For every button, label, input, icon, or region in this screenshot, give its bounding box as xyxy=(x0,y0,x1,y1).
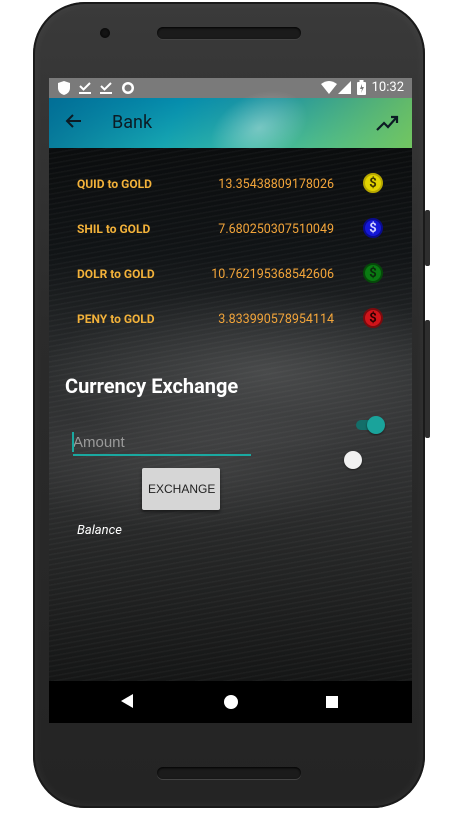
navigation-bar xyxy=(49,681,412,723)
text-cursor xyxy=(72,432,74,452)
rate-value: 3.833990578954114 xyxy=(218,312,334,327)
coin-symbol: $ xyxy=(369,265,377,281)
nav-recents-icon[interactable] xyxy=(326,696,338,708)
switch-thumb xyxy=(344,451,362,469)
coin-icon-blue: $ xyxy=(363,218,383,238)
exchange-button[interactable]: EXCHANGE xyxy=(142,468,220,510)
signal-icon xyxy=(338,81,351,94)
top-speaker xyxy=(157,27,301,39)
content-area: QUID to GOLD 13.35438809178026 $ SHIL to… xyxy=(49,148,412,681)
rate-value: 7.680250307510049 xyxy=(218,222,334,237)
rate-label: DOLR to GOLD xyxy=(77,267,155,281)
rate-row-peny: PENY to GOLD 3.833990578954114 $ xyxy=(49,308,412,332)
screen: 10:32 Bank QUID to GOLD 13.3543880917802… xyxy=(49,78,412,723)
download-check-icon xyxy=(100,82,112,94)
status-time: 10:32 xyxy=(371,80,404,95)
trending-up-icon[interactable] xyxy=(376,112,400,134)
section-title: Currency Exchange xyxy=(65,374,239,398)
shield-icon xyxy=(58,81,70,95)
app-bar: Bank xyxy=(49,78,412,190)
page-title: Bank xyxy=(112,112,153,133)
coin-icon-green: $ xyxy=(363,263,383,283)
rate-label: PENY to GOLD xyxy=(77,312,155,326)
arrow-left-icon[interactable] xyxy=(63,110,85,132)
coin-symbol: $ xyxy=(369,175,377,191)
amount-input[interactable] xyxy=(73,430,251,456)
power-button xyxy=(425,210,430,266)
coin-symbol: $ xyxy=(369,310,377,326)
rate-value: 10.762195368542606 xyxy=(211,267,334,282)
rate-value: 13.35438809178026 xyxy=(218,177,334,192)
balance-label: Balance xyxy=(77,523,122,538)
rate-row-dolr: DOLR to GOLD 10.762195368542606 $ xyxy=(49,263,412,287)
wifi-icon xyxy=(321,81,337,94)
volume-button xyxy=(425,320,430,438)
circle-icon xyxy=(122,82,134,94)
rate-row-quid: QUID to GOLD 13.35438809178026 $ xyxy=(49,173,412,197)
switch-thumb xyxy=(367,416,385,434)
nav-back-icon[interactable] xyxy=(121,694,133,708)
coin-icon-gold: $ xyxy=(363,173,383,193)
coin-symbol: $ xyxy=(369,220,377,236)
download-check-icon xyxy=(79,82,91,94)
status-bar: 10:32 xyxy=(49,78,412,98)
rate-label: QUID to GOLD xyxy=(77,177,152,191)
coin-icon-red: $ xyxy=(363,308,383,328)
bottom-speaker xyxy=(157,767,301,779)
front-camera xyxy=(100,28,110,38)
toggle-switch-1[interactable] xyxy=(353,416,387,434)
battery-icon xyxy=(357,80,366,95)
rate-row-shil: SHIL to GOLD 7.680250307510049 $ xyxy=(49,218,412,242)
toggle-switch-2[interactable] xyxy=(344,451,378,469)
rate-label: SHIL to GOLD xyxy=(77,222,151,236)
nav-home-icon[interactable] xyxy=(224,695,238,709)
